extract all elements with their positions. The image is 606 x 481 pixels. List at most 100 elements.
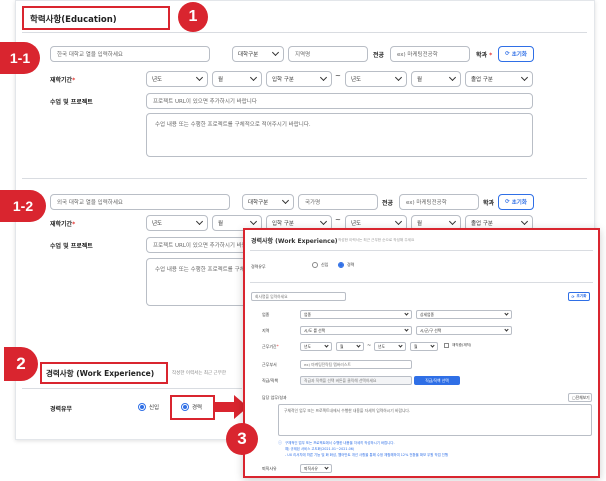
project-url-input[interactable]: 프로젝트 URL이 있으면 추가하시기 바랍니다: [146, 93, 533, 109]
checkbox-icon: [444, 343, 449, 348]
work-period-label: 근무기간*: [262, 344, 279, 349]
end-year-select[interactable]: 년도: [345, 71, 407, 87]
end-year-select[interactable]: 년도: [374, 342, 406, 351]
chevron-down-icon: [324, 343, 329, 348]
badge-1-2: 1-2: [0, 190, 46, 222]
dept-input[interactable]: ex) 마케팅전략팀 멤버러스트: [300, 360, 412, 369]
major-label: 전공: [382, 200, 394, 207]
chevron-down-icon: [520, 73, 529, 82]
district-select[interactable]: 시/군/구 선택: [416, 326, 512, 335]
chevron-down-icon: [319, 217, 328, 226]
refresh-icon: ⟳: [571, 294, 575, 299]
example-button[interactable]: ▢ 전체보기: [568, 393, 592, 402]
major-input[interactable]: ex) 마케팅전공학: [390, 46, 470, 62]
divider: [250, 282, 593, 283]
radio-experienced[interactable]: 경력: [181, 403, 202, 411]
chevron-down-icon: [448, 73, 457, 82]
period-label: 재학기간*: [50, 221, 76, 228]
chevron-down-icon: [319, 73, 328, 82]
radio-unselected-icon: [312, 262, 318, 268]
dept-label: 학과 *: [476, 52, 493, 59]
chevron-down-icon: [356, 343, 361, 348]
education-title-highlight: [22, 6, 170, 30]
start-year-select[interactable]: 년도: [146, 71, 208, 87]
work-subtitle: 작성한 이력서는 최근 근무한: [172, 371, 226, 376]
start-year-select[interactable]: 년도: [300, 342, 332, 351]
duty-textarea[interactable]: 구체적인 업무 또는 프로젝트내에서 수행한 내용을 자세히 입력하시기 바랍니…: [278, 404, 592, 436]
popup-title: 경력사항 (Work Experience): [251, 238, 338, 245]
chevron-down-icon: [404, 311, 409, 316]
chevron-down-icon: [271, 48, 280, 57]
experience-label: 경력유무: [50, 406, 73, 413]
school-name-input[interactable]: 한국 대학교 열을 입력하세요: [50, 46, 210, 62]
country-input[interactable]: 국가명: [298, 194, 378, 210]
tilde-separator: ~: [335, 216, 341, 224]
refresh-icon: ⟳: [505, 51, 510, 57]
duty-label: 담당 업무/성과: [262, 395, 287, 400]
leave-reason-select[interactable]: 퇴직사유: [300, 464, 332, 473]
popup-radio-experienced[interactable]: 경력: [338, 262, 354, 268]
chevron-down-icon: [249, 73, 258, 82]
badge-2: 2: [4, 347, 38, 381]
rank-select-button[interactable]: 직급/직책 선택: [414, 376, 460, 385]
chevron-down-icon: [281, 196, 290, 205]
industry-detail-select[interactable]: 상세업종: [416, 310, 512, 319]
chevron-down-icon: [195, 217, 204, 226]
end-month-select[interactable]: 월: [411, 71, 461, 87]
industry-select[interactable]: 업종: [300, 310, 412, 319]
popup-radio-new[interactable]: 신입: [312, 262, 328, 268]
badge-1: 1: [178, 2, 208, 32]
project-description-textarea[interactable]: 수업 내용 또는 수행한 프로젝트를 구체적으로 적어주시기 바랍니다.: [146, 113, 533, 157]
dept-label: 학과: [483, 200, 495, 207]
reset-button[interactable]: ⟳ 초기화: [498, 194, 534, 210]
note-line-3: - UX 리서치에 따른 기능 및 화 화성, 웹어반트 개선 사항을 통해 수…: [285, 453, 449, 457]
rank-input[interactable]: 직급과 직책을 선택 버튼을 클릭해 선택하세요: [300, 376, 412, 385]
major-input[interactable]: ex) 마케팅전공학: [399, 194, 479, 210]
tilde-separator: ~: [367, 343, 372, 349]
start-year-select[interactable]: 년도: [146, 215, 208, 231]
badge-1-1: 1-1: [0, 42, 40, 74]
refresh-icon: ⟳: [505, 199, 510, 205]
city-select[interactable]: 시/도 를 선택: [300, 326, 412, 335]
chevron-down-icon: [504, 327, 509, 332]
major-label: 전공: [373, 52, 385, 59]
period-label: 재학기간*: [50, 77, 76, 84]
radio-new[interactable]: 신입: [138, 403, 159, 411]
chevron-down-icon: [430, 343, 435, 348]
leave-reason-label: 퇴직사유: [262, 466, 277, 471]
company-name-input[interactable]: 회사명을 입력하세요: [251, 292, 346, 301]
currently-working-checkbox[interactable]: 재직중(재직): [444, 343, 471, 348]
admission-select[interactable]: 입학 구분: [266, 71, 332, 87]
dept-label: 근무부서: [262, 362, 277, 367]
popup-reset-button[interactable]: ⟳ 초기화: [568, 292, 590, 301]
industry-label: 업종: [262, 312, 270, 317]
chevron-down-icon: [520, 217, 529, 226]
chevron-down-icon: [398, 343, 403, 348]
chevron-down-icon: [504, 311, 509, 316]
divider: [22, 32, 587, 33]
reset-button[interactable]: ⟳ 초기화: [498, 46, 534, 62]
chevron-down-icon: [448, 217, 457, 226]
region-input[interactable]: 지역명: [288, 46, 368, 62]
school-type-select[interactable]: 대학구분: [232, 46, 284, 62]
radio-selected-icon: [338, 262, 344, 268]
note-line-1: 구체적인 업무 또는 프로젝트에서 수행한 내용을 자세히 작성하시기 바랍니다…: [285, 441, 395, 445]
chevron-down-icon: [195, 73, 204, 82]
chevron-down-icon: [404, 327, 409, 332]
note-line-2: 예) 규제된 서비스 고도화(2021.01~2021.06): [285, 447, 355, 451]
start-month-select[interactable]: 월: [336, 342, 364, 351]
location-label: 지역: [262, 328, 270, 333]
chevron-down-icon: [324, 465, 329, 470]
end-month-select[interactable]: 월: [410, 342, 438, 351]
school-type-select[interactable]: 대학구분: [242, 194, 294, 210]
start-month-select[interactable]: 월: [212, 71, 262, 87]
chevron-down-icon: [394, 217, 403, 226]
popup-experience-label: 경력유무: [251, 264, 266, 269]
divider: [22, 178, 587, 179]
graduation-select[interactable]: 졸업 구분: [465, 71, 533, 87]
radio-selected-icon: [181, 403, 189, 411]
divider: [22, 388, 242, 389]
info-icon: ⓘ: [278, 440, 282, 445]
foreign-school-name-input[interactable]: 외국 대학교 열을 입력하세요: [50, 194, 230, 210]
radio-selected-icon: [138, 403, 146, 411]
